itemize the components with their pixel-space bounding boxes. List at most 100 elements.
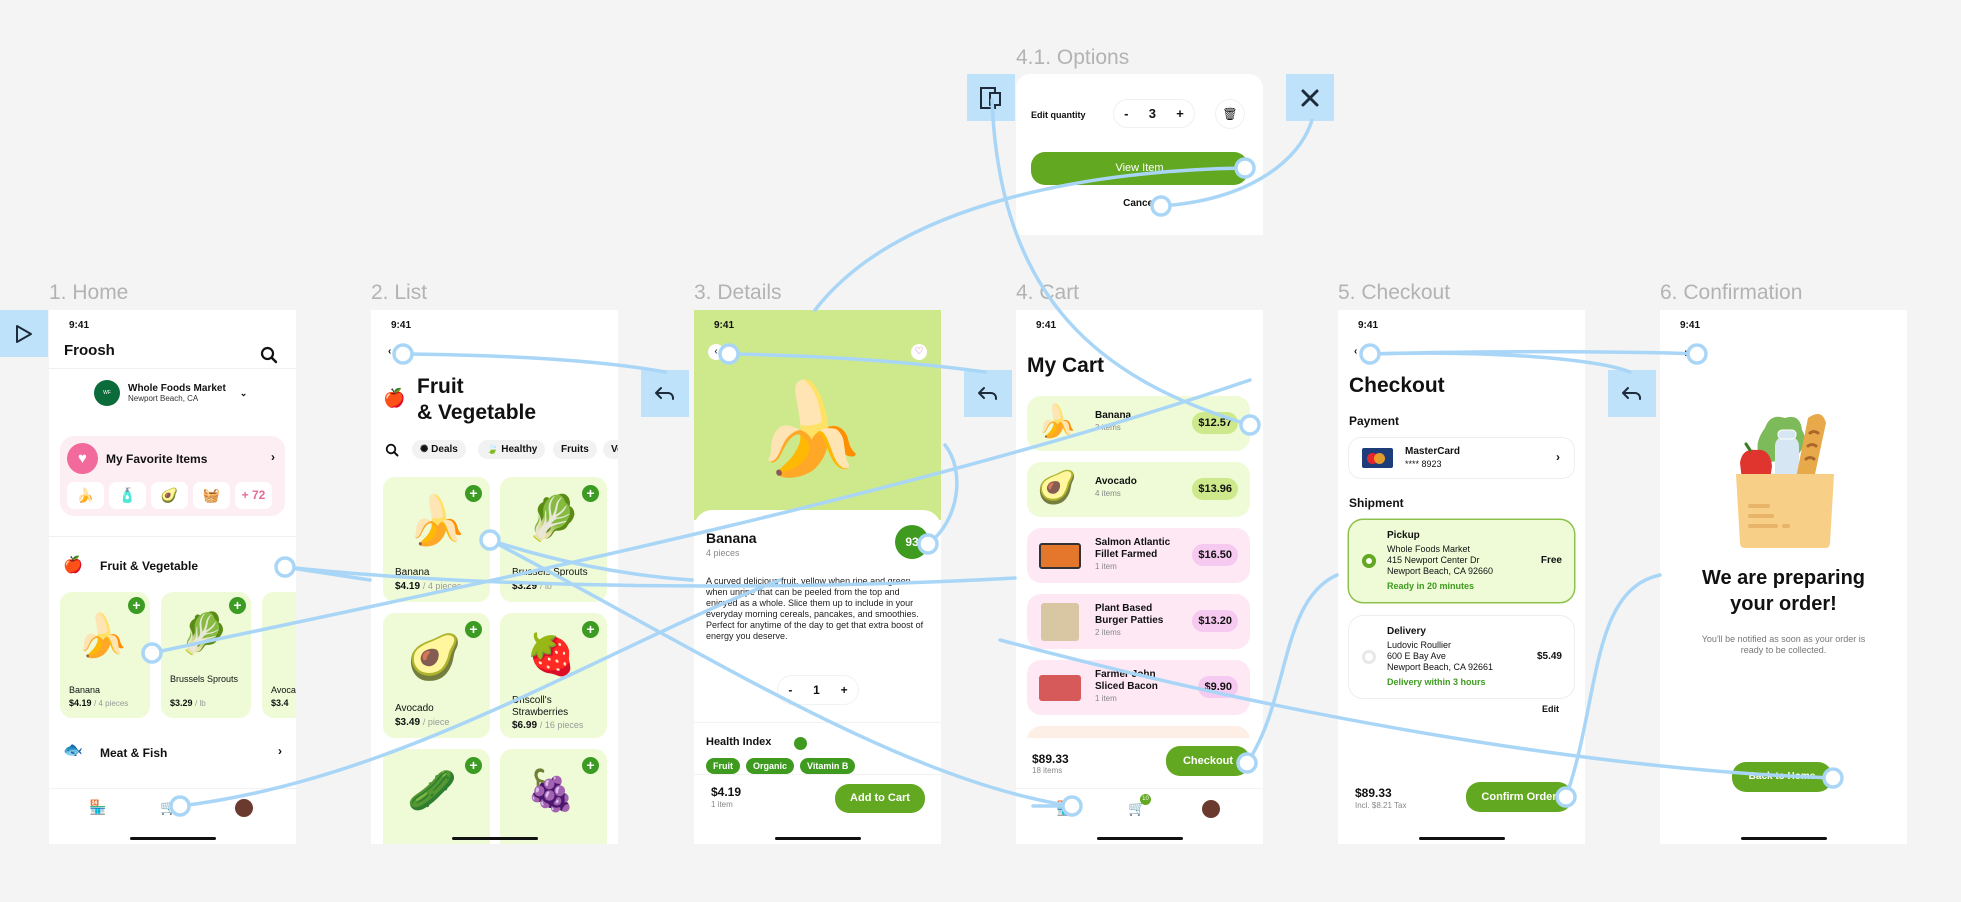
chip-healthy[interactable]: 🍃 Healthy <box>478 440 546 459</box>
cart-item[interactable]: 🥑 Avocado 4 items $13.96 <box>1027 462 1250 517</box>
crate-thumb[interactable]: 🧺 <box>193 482 230 509</box>
product-card-banana[interactable]: 🍌 + Banana $4.19 / 4 pieces <box>383 477 490 602</box>
tag: Fruit <box>706 758 740 774</box>
section-fruit-title[interactable]: Fruit & Vegetable <box>100 559 198 573</box>
tab-profile-avatar[interactable] <box>235 799 253 817</box>
increment-button[interactable]: + <box>1176 106 1184 121</box>
add-button[interactable]: + <box>582 757 599 774</box>
home-indicator <box>129 837 216 840</box>
chip-vegetables[interactable]: Ve <box>603 440 618 459</box>
avocado-thumb[interactable]: 🥑 <box>151 482 188 509</box>
back-icon[interactable]: ‹ <box>708 344 724 360</box>
tags: Fruit Organic Vitamin B <box>706 758 856 774</box>
address-line: Ludovic Roullier <box>1387 640 1452 650</box>
back-icon[interactable]: ‹ <box>1354 346 1357 357</box>
favorites-more[interactable]: + 72 <box>235 482 272 509</box>
item-name: Plant Based Burger Patties <box>1095 603 1164 626</box>
back-to-home-button[interactable]: Back to Home <box>1732 762 1832 792</box>
confirm-order-button[interactable]: Confirm Order <box>1466 782 1572 812</box>
product-card-raspberries[interactable]: 🍇 + <box>500 749 607 844</box>
favorites-title: My Favorite Items <box>106 452 208 466</box>
add-button[interactable]: + <box>465 621 482 638</box>
add-button[interactable]: + <box>465 757 482 774</box>
back-hotspot[interactable] <box>641 370 689 417</box>
delivery-option[interactable]: Delivery Ludovic Roullier 600 E Bay Ave … <box>1349 616 1574 698</box>
add-to-cart-button[interactable]: Add to Cart <box>835 784 925 813</box>
search-icon[interactable] <box>385 443 399 457</box>
delivery-price: $5.49 <box>1536 651 1562 662</box>
back-icon[interactable]: ‹ <box>388 346 391 357</box>
list-screen: 9:41 ‹ 🍎 Fruit & Vegetable ✺ Deals 🍃 Hea… <box>371 310 618 844</box>
close-icon[interactable]: : <box>1684 348 1687 359</box>
edit-link[interactable]: Edit <box>1542 704 1559 714</box>
divider <box>49 368 296 369</box>
banana-thumb[interactable]: 🍌 <box>67 482 104 509</box>
item-price: $16.50 <box>1192 544 1238 566</box>
pickup-option[interactable]: Pickup Whole Foods Market 415 Newport Ce… <box>1349 520 1574 602</box>
cancel-button[interactable]: Cancel <box>1016 198 1263 209</box>
status-time: 9:41 <box>391 320 412 331</box>
cart-item[interactable]: Plant Based Burger Patties 2 items $13.2… <box>1027 594 1250 649</box>
tab-cart-icon[interactable]: 🛒 <box>160 799 177 816</box>
cart-item[interactable]: Farmer John Sliced Bacon 1 item $9.90 <box>1027 660 1250 715</box>
quantity-stepper[interactable]: - 1 + <box>778 676 858 704</box>
favorite-heart-icon[interactable]: ♡ <box>911 344 927 360</box>
water-thumb[interactable]: 🧴 <box>109 482 146 509</box>
play-prototype-button[interactable] <box>0 310 48 357</box>
product-card-avocado[interactable]: Avocado $3.4 <box>262 592 296 718</box>
tab-profile-avatar[interactable] <box>1202 800 1220 818</box>
add-button[interactable]: + <box>229 597 246 614</box>
checkout-button[interactable]: Checkout <box>1166 746 1250 776</box>
radio-unselected[interactable] <box>1362 650 1376 664</box>
home-indicator <box>1740 837 1827 840</box>
quantity-stepper[interactable]: - 3 + <box>1114 100 1194 127</box>
cart-item[interactable]: 🍌 Banana 3 items $12.57 <box>1027 396 1250 451</box>
status-time: 9:41 <box>1036 320 1057 331</box>
back-arrow-icon <box>655 386 674 400</box>
confirmation-subtitle: You'll be notified as soon as your order… <box>1701 634 1866 655</box>
delivery-eta: Delivery within 3 hours <box>1387 677 1486 687</box>
add-button[interactable]: + <box>582 485 599 502</box>
tab-store-icon[interactable]: 🏪 <box>89 799 106 816</box>
decrement-button[interactable]: - <box>1124 106 1128 121</box>
delete-trash-icon[interactable]: 🗑 <box>1216 100 1244 128</box>
chevron-right-icon[interactable]: › <box>278 744 282 758</box>
chip-fruits[interactable]: Fruits <box>553 440 597 459</box>
divider <box>1016 788 1263 789</box>
brussels-image: 🥬 <box>526 494 581 543</box>
add-button[interactable]: + <box>582 621 599 638</box>
overlay-hotspot[interactable] <box>967 74 1015 121</box>
favorites-card[interactable]: ♥ My Favorite Items › 🍌 🧴 🥑 🧺 + 72 <box>60 436 285 516</box>
total-price: $4.19 <box>711 785 742 799</box>
chip-deals[interactable]: ✺ Deals <box>412 440 466 459</box>
item-price: $13.96 <box>1192 478 1238 500</box>
increment-button[interactable]: + <box>841 683 848 697</box>
view-item-button[interactable]: View Item <box>1031 152 1248 185</box>
radio-selected[interactable] <box>1362 554 1376 568</box>
decrement-button[interactable]: - <box>788 683 792 697</box>
favorites-thumbs: 🍌 🧴 🥑 🧺 + 72 <box>67 482 272 509</box>
product-card-brussels[interactable]: 🥬 + Brussels Sprouts $3.29 / lb <box>500 477 607 602</box>
section-meat-title[interactable]: Meat & Fish <box>100 746 167 760</box>
store-selector[interactable]: WF Whole Foods Market Newport Beach, CA … <box>94 380 247 406</box>
overlay-icon <box>980 86 1001 109</box>
back-hotspot[interactable] <box>964 370 1012 417</box>
tab-store-icon[interactable]: 🏪 <box>1056 800 1073 817</box>
product-card-strawberries[interactable]: 🍓 + Driscoll's Strawberries $6.99 / 16 p… <box>500 613 607 738</box>
cart-screen: 9:41 My Cart 🍌 Banana 3 items $12.57 🥑 A… <box>1016 310 1263 844</box>
close-hotspot[interactable] <box>1286 74 1334 121</box>
product-card-banana[interactable]: 🍌 + Banana $4.19 / 4 pieces <box>60 592 150 718</box>
bacon-image <box>1039 675 1081 701</box>
item-qty: 3 items <box>1095 423 1121 432</box>
frame-label-checkout: 5. Checkout <box>1338 281 1451 304</box>
add-button[interactable]: + <box>128 597 145 614</box>
search-icon[interactable] <box>260 346 278 364</box>
product-card-brussels[interactable]: 🥬 + Brussels Sprouts $3.29 / lb <box>161 592 251 718</box>
product-card-cucumber[interactable]: 🥒 + <box>383 749 490 844</box>
back-hotspot[interactable] <box>1608 370 1656 417</box>
add-button[interactable]: + <box>465 485 482 502</box>
cart-item[interactable]: Salmon Atlantic Fillet Farmed 1 item $16… <box>1027 528 1250 583</box>
chip-label: Ve <box>611 444 618 455</box>
product-card-avocado[interactable]: 🥑 + Avocado $3.49 / piece <box>383 613 490 738</box>
payment-card-selector[interactable]: MasterCard **** 8923 › <box>1349 438 1574 478</box>
